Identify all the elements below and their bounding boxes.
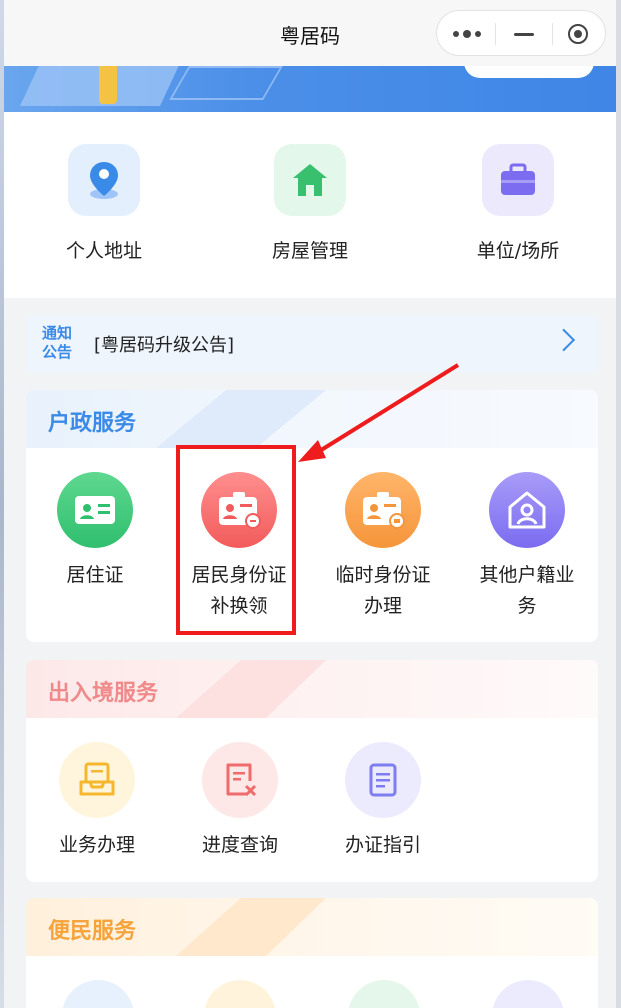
quick-item-label: 房屋管理 — [271, 240, 348, 262]
highlight-box — [176, 445, 296, 635]
minimize-icon — [514, 32, 534, 36]
banner-decoration — [169, 66, 283, 100]
more-button[interactable] — [439, 11, 495, 57]
convenience-icon-4[interactable] — [492, 980, 564, 1008]
temp-id-card-icon — [345, 472, 421, 548]
service-label: 业务办理 — [58, 834, 135, 856]
card-title: 出入境服务 — [48, 681, 159, 706]
card-title: 户政服务 — [48, 411, 137, 436]
household-icon — [489, 472, 565, 548]
service-progress-query[interactable]: 进度查询 — [175, 742, 305, 861]
service-label: 其他户籍业务 — [479, 564, 575, 617]
quick-item-unit[interactable]: 单位/场所 — [458, 144, 578, 263]
service-residence-card[interactable]: 居住证 — [30, 472, 160, 591]
service-business-handle[interactable]: 业务办理 — [32, 742, 162, 861]
service-label: 临时身份证 办理 — [335, 564, 431, 617]
quick-item-house[interactable]: 房屋管理 — [250, 144, 370, 263]
chevron-right-icon — [552, 328, 576, 352]
inbox-tray-icon — [59, 742, 135, 818]
background-right-edge — [616, 0, 621, 1008]
card-title: 便民服务 — [48, 919, 137, 944]
progress-doc-icon — [202, 742, 278, 818]
quick-item-label: 个人地址 — [65, 240, 142, 262]
notice-text: [粤居码升级公告] — [94, 335, 235, 356]
card-header: 出入境服务 — [26, 660, 598, 718]
convenience-services-card: 便民服务 — [26, 898, 598, 1008]
service-temp-id-card[interactable]: 临时身份证 办理 — [318, 472, 448, 622]
more-dots-icon — [453, 30, 481, 38]
service-label: 进度查询 — [201, 834, 278, 856]
banner-pill — [464, 66, 594, 78]
guide-doc-icon — [345, 742, 421, 818]
close-button[interactable] — [550, 11, 606, 57]
exit-entry-services-card: 出入境服务 业务办理 进度查询 办证指引 — [26, 660, 598, 882]
convenience-icon-3[interactable] — [348, 980, 420, 1008]
banner-decoration — [99, 66, 117, 104]
top-banner[interactable] — [4, 66, 616, 112]
service-other-household[interactable]: 其他户籍业务 — [462, 472, 592, 622]
briefcase-icon — [482, 144, 554, 216]
residence-card-icon — [57, 472, 133, 548]
minimize-button[interactable] — [496, 11, 552, 57]
quick-actions: 个人地址 房屋管理 单位/场所 — [4, 112, 616, 298]
close-target-icon — [568, 24, 588, 44]
house-icon — [274, 144, 346, 216]
quick-item-address[interactable]: 个人地址 — [44, 144, 164, 263]
notice-tag-line1: 通知 — [42, 324, 73, 342]
convenience-icon-2[interactable] — [204, 980, 276, 1008]
service-label: 办证指引 — [344, 834, 421, 856]
capsule-menu — [436, 10, 606, 56]
service-label: 居住证 — [66, 564, 124, 586]
convenience-icon-1[interactable] — [62, 980, 134, 1008]
app-frame: 粤居码 个人地址 房屋管理 单位/场所 通知 公告 [粤居码升级公告] 户政服务… — [0, 0, 621, 1008]
notice-bar[interactable]: 通知 公告 [粤居码升级公告] — [26, 315, 598, 373]
quick-item-label: 单位/场所 — [476, 240, 560, 262]
location-pin-icon — [68, 144, 140, 216]
household-services-card: 户政服务 居住证 居民身份证 补换领 临时身份证 办理 其他户籍业 务 — [26, 390, 598, 642]
card-header: 户政服务 — [26, 390, 598, 448]
notice-tag-line2: 公告 — [42, 343, 73, 361]
card-header: 便民服务 — [26, 898, 598, 956]
service-guide[interactable]: 办证指引 — [318, 742, 448, 861]
title-bar: 粤居码 — [4, 0, 616, 66]
notice-tag: 通知 公告 — [42, 324, 82, 362]
